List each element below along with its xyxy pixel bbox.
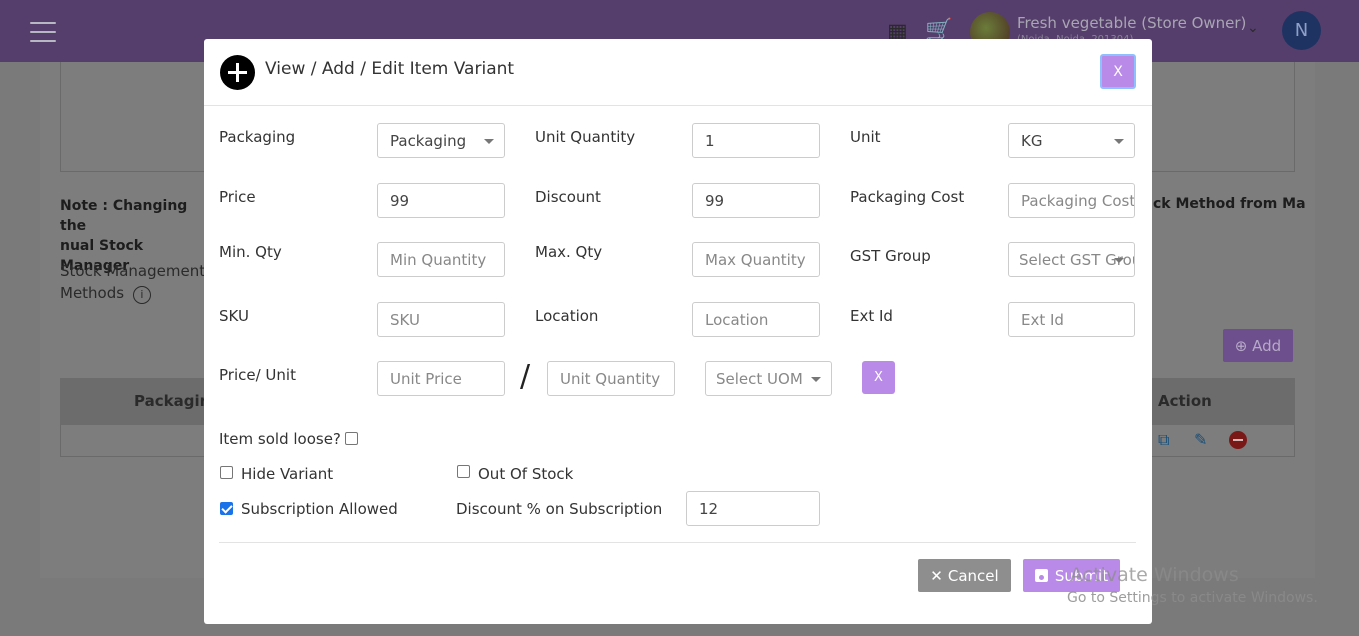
discount-input[interactable]: 99 [692,183,820,218]
save-icon [1034,569,1048,582]
max-qty-label: Max. Qty [535,243,603,261]
add-button[interactable]: ⊕ Add [1223,329,1293,362]
packaging-label: Packaging [219,128,296,146]
clear-price-unit-button[interactable]: X [862,361,895,394]
caret-down-icon [1114,258,1124,263]
unit-quantity-input[interactable]: 1 [692,123,820,158]
ext-id-label: Ext Id [850,307,893,325]
caret-down-icon [811,377,821,382]
modal-header: View / Add / Edit Item Variant X [204,39,1152,106]
packaging-value: Packaging [390,131,467,150]
subscription-allowed-checkbox[interactable] [220,502,233,515]
gst-group-label: GST Group [850,247,931,265]
max-qty-input[interactable]: Max Quantity [692,242,820,277]
plus-circle-icon [220,55,255,90]
item-sold-loose-checkbox[interactable] [345,432,358,445]
location-label: Location [535,307,599,325]
ext-id-input[interactable]: Ext Id [1008,302,1135,337]
gst-group-select[interactable]: Select GST Group [1008,242,1135,277]
info-icon[interactable]: i [132,286,151,304]
item-sold-loose-label: Item sold loose? [219,430,341,448]
price-input[interactable]: 99 [377,183,505,218]
cancel-button[interactable]: ✕ Cancel [918,559,1011,592]
price-unit-label: Price/ Unit [219,366,296,384]
out-of-stock-checkbox[interactable] [457,465,470,478]
subscription-discount-input[interactable]: 12 [686,491,820,526]
hide-variant-checkbox[interactable] [220,466,233,479]
uom-select[interactable]: Select UOM [705,361,832,396]
uom-placeholder: Select UOM [716,369,803,388]
modal-title: View / Add / Edit Item Variant [265,59,515,79]
chevron-down-icon[interactable]: ⌄ [1247,20,1259,36]
subscription-discount-label: Discount % on Subscription [456,500,663,518]
sku-label: SKU [219,307,249,325]
cancel-button-label: Cancel [947,566,999,585]
close-icon: ✕ [930,566,943,585]
activate-windows-subtitle: Go to Settings to activate Windows. [1067,590,1318,606]
subscription-allowed-label: Subscription Allowed [241,500,398,518]
sku-input[interactable]: SKU [377,302,505,337]
store-name[interactable]: Fresh vegetable (Store Owner) [1017,14,1246,32]
add-button-label: Add [1252,336,1282,355]
unit-value: KG [1021,131,1043,150]
discount-label: Discount [535,188,601,206]
packaging-cost-label: Packaging Cost [850,188,965,206]
location-input[interactable]: Location [692,302,820,337]
hide-variant-label: Hide Variant [241,465,334,483]
caret-down-icon [1114,139,1124,144]
close-button[interactable]: X [1100,54,1136,89]
menu-icon[interactable] [30,22,56,42]
user-avatar[interactable]: N [1282,11,1321,50]
background-note-right: ck Method from Ma [1153,196,1306,212]
delete-icon[interactable] [1229,431,1247,449]
packaging-select[interactable]: Packaging [377,123,505,158]
table-header-action: Action [1158,392,1212,410]
edit-icon[interactable]: ✎ [1194,430,1207,449]
table-header-packaging: Packagin [134,392,211,410]
unit-price-input[interactable]: Unit Price [377,361,505,396]
copy-icon[interactable]: ⧉ [1158,430,1169,450]
footer-divider [219,542,1136,543]
packaging-cost-input[interactable]: Packaging Cost [1008,183,1135,218]
item-variant-modal: View / Add / Edit Item Variant X Packagi… [204,39,1152,624]
unit-select[interactable]: KG [1008,123,1135,158]
min-qty-label: Min. Qty [219,243,282,261]
min-qty-input[interactable]: Min Quantity [377,242,505,277]
caret-down-icon [484,139,494,144]
unit-label: Unit [850,128,881,146]
activate-windows-title: Activate Windows [1070,564,1239,586]
price-label: Price [219,188,256,206]
price-unit-quantity-input[interactable]: Unit Quantity [547,361,675,396]
slash-separator: / [520,359,531,394]
unit-quantity-label: Unit Quantity [535,128,636,146]
stock-management-label: Stock Management Methods i [60,260,210,304]
out-of-stock-label: Out Of Stock [478,465,574,483]
